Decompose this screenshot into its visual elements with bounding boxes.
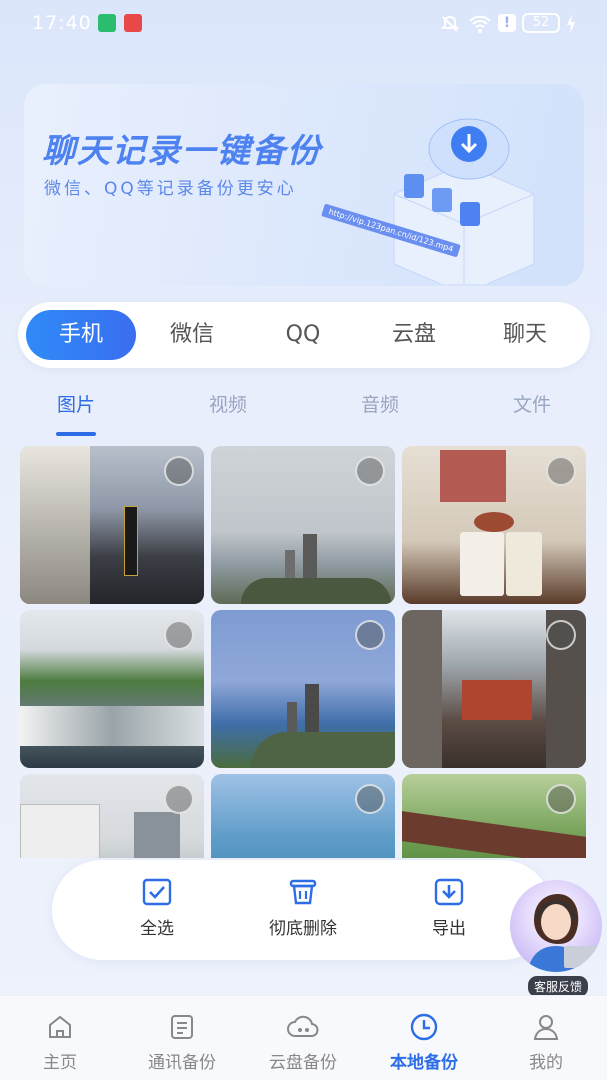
tab-cloud[interactable]: 云盘 xyxy=(359,310,469,360)
subtab-audio[interactable]: 音频 xyxy=(340,390,420,417)
nav-item-cloud-backup[interactable]: 云盘备份 xyxy=(253,1012,353,1073)
banner-title: 聊天记录一键备份 xyxy=(42,131,322,170)
photo-thumbnail[interactable] xyxy=(211,610,395,768)
promo-banner[interactable]: 聊天记录一键备份 微信、QQ等记录备份更安心 http://vip.123pan… xyxy=(24,84,584,286)
agent-avatar-icon xyxy=(528,894,600,972)
select-checkbox[interactable] xyxy=(355,620,385,650)
select-checkbox[interactable] xyxy=(546,620,576,650)
app-notification-icon xyxy=(124,14,142,32)
photo-grid xyxy=(20,446,587,858)
select-checkbox[interactable] xyxy=(355,784,385,814)
nav-label: 云盘备份 xyxy=(269,1053,337,1073)
nav-item-contacts-backup[interactable]: 通讯备份 xyxy=(132,1012,232,1073)
tab-chat[interactable]: 聊天 xyxy=(470,310,580,360)
select-checkbox[interactable] xyxy=(164,784,194,814)
contacts-icon xyxy=(171,1015,193,1039)
photo-thumbnail[interactable] xyxy=(211,446,395,604)
checkbox-icon xyxy=(142,878,172,906)
status-time: 17:40 xyxy=(32,12,92,34)
charging-icon xyxy=(567,14,575,34)
select-checkbox[interactable] xyxy=(355,456,385,486)
alert-icon: ! xyxy=(498,14,516,32)
nav-item-profile[interactable]: 我的 xyxy=(496,1012,596,1073)
cloud-icon xyxy=(287,1015,319,1037)
export-icon xyxy=(434,878,464,906)
tab-qq[interactable]: QQ xyxy=(248,310,358,360)
subtab-indicator xyxy=(56,432,96,436)
select-checkbox[interactable] xyxy=(164,620,194,650)
status-bar: 17:40 ! 52 xyxy=(0,0,607,48)
subtab-videos[interactable]: 视频 xyxy=(188,390,268,417)
nav-item-home[interactable]: 主页 xyxy=(10,1012,110,1073)
select-all-button[interactable]: 全选 xyxy=(124,878,190,939)
nav-label: 本地备份 xyxy=(390,1053,458,1073)
tab-phone[interactable]: 手机 xyxy=(26,310,136,360)
photo-thumbnail[interactable] xyxy=(402,774,586,858)
select-checkbox[interactable] xyxy=(546,784,576,814)
select-all-label: 全选 xyxy=(140,919,174,939)
banner-subtitle: 微信、QQ等记录备份更安心 xyxy=(44,179,297,199)
home-icon xyxy=(49,1015,71,1038)
tab-wechat[interactable]: 微信 xyxy=(137,310,247,360)
select-checkbox[interactable] xyxy=(164,456,194,486)
select-checkbox[interactable] xyxy=(546,456,576,486)
mute-icon xyxy=(440,15,460,32)
cloud-backup-illustration xyxy=(393,118,535,284)
wifi-icon xyxy=(469,15,491,33)
nav-label: 主页 xyxy=(43,1053,77,1073)
photo-thumbnail[interactable] xyxy=(20,610,204,768)
export-button[interactable]: 导出 xyxy=(416,878,482,939)
customer-service-assistant[interactable]: 客服反馈 xyxy=(506,880,606,998)
photo-thumbnail[interactable] xyxy=(20,446,204,604)
bottom-nav: 主页 通讯备份 云盘备份 本地备份 我的 xyxy=(0,995,607,1080)
nav-label: 通讯备份 xyxy=(148,1053,216,1073)
photo-thumbnail[interactable] xyxy=(402,446,586,604)
battery-indicator: 52 xyxy=(522,13,560,33)
subtab-images[interactable]: 图片 xyxy=(36,390,116,417)
trash-icon xyxy=(289,879,317,905)
delete-permanently-button[interactable]: 彻底删除 xyxy=(258,878,348,939)
source-tab-bar: 手机 微信 QQ 云盘 聊天 xyxy=(18,302,590,368)
photo-thumbnail[interactable] xyxy=(402,610,586,768)
assistant-label: 客服反馈 xyxy=(528,976,589,997)
clock-icon xyxy=(410,1013,438,1041)
export-label: 导出 xyxy=(432,919,466,939)
photo-thumbnail[interactable] xyxy=(211,774,395,858)
hourglass-notification-icon xyxy=(98,14,116,32)
subtab-files[interactable]: 文件 xyxy=(492,390,572,417)
selection-action-bar: 全选 彻底删除 导出 xyxy=(52,860,552,960)
delete-label: 彻底删除 xyxy=(269,919,337,939)
nav-label: 我的 xyxy=(529,1053,563,1073)
nav-item-local-backup[interactable]: 本地备份 xyxy=(374,1012,474,1073)
assistant-avatar xyxy=(510,880,602,972)
photo-thumbnail[interactable] xyxy=(20,774,204,858)
person-icon xyxy=(533,1015,559,1040)
